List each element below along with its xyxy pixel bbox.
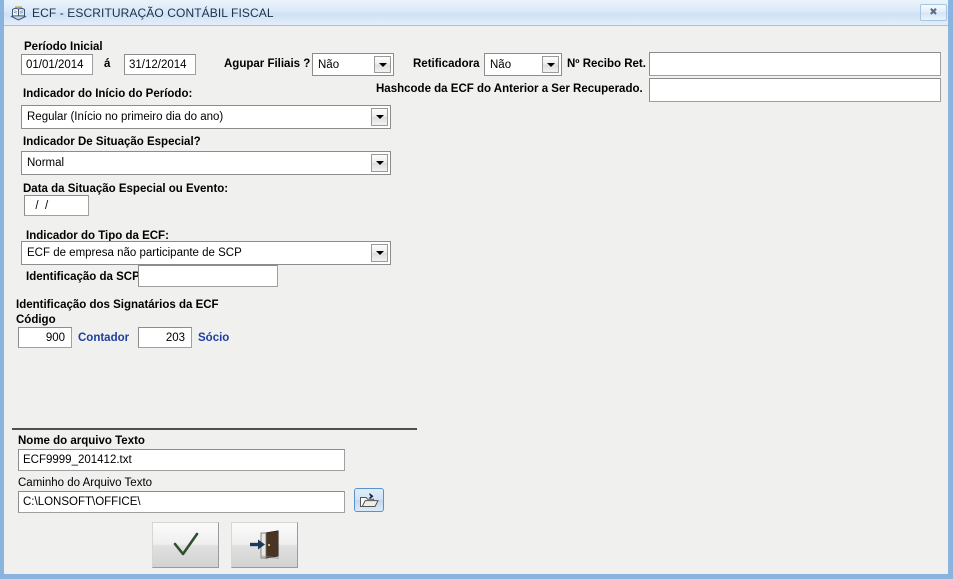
file-path-label: Caminho do Arquivo Texto [18, 477, 153, 489]
period-separator: á [104, 58, 111, 70]
hashcode-label: Hashcode da ECF do Anterior a Ser Recupe… [376, 83, 643, 95]
section-divider [12, 428, 417, 430]
browse-folder-button[interactable] [354, 488, 384, 512]
branches-value: Não [318, 58, 340, 71]
form-canvas: Período Inicial á Agupar Filiais ? Não R… [4, 26, 948, 574]
ecf-window: ECF - ESCRITURAÇÃO CONTÁBIL FISCAL ✖ Per… [0, 0, 953, 579]
close-button[interactable]: ✖ [920, 4, 947, 21]
ecf-type-value: ECF de empresa não participante de SCP [27, 247, 242, 259]
period-end-input[interactable] [124, 54, 196, 75]
chevron-down-icon[interactable] [371, 244, 388, 262]
period-start-indicator-value: Regular (Início no primeiro dia do ano) [27, 111, 224, 123]
ledger-book-icon [10, 5, 27, 21]
period-start-indicator-combobox[interactable]: Regular (Início no primeiro dia do ano) [21, 105, 391, 129]
chevron-down-icon[interactable] [371, 108, 388, 126]
scp-label: Identificação da SCP [26, 271, 140, 283]
check-mark-icon [173, 532, 198, 556]
signatories-section-label: Identificação dos Signatários da ECF [16, 299, 219, 311]
close-icon: ✖ [929, 7, 938, 18]
branches-label: Agupar Filiais ? [224, 58, 311, 70]
special-situation-combobox[interactable]: Normal [21, 151, 391, 175]
window-title: ECF - ESCRITURAÇÃO CONTÁBIL FISCAL [32, 5, 274, 20]
period-start-input[interactable] [21, 54, 93, 75]
signatories-code-column-label: Código [16, 314, 56, 326]
receipt-input[interactable] [649, 52, 941, 76]
ecf-type-combobox[interactable]: ECF de empresa não participante de SCP [21, 241, 391, 265]
scp-input[interactable] [138, 265, 278, 287]
file-name-input[interactable] [18, 449, 345, 471]
period-start-indicator-label: Indicador do Início do Período: [23, 88, 193, 100]
signatory-code-input-0[interactable] [18, 327, 72, 348]
chevron-down-icon[interactable] [542, 56, 559, 73]
rectifier-combobox[interactable]: Não [484, 53, 562, 76]
exit-door-icon [249, 530, 279, 559]
hashcode-input[interactable] [649, 78, 941, 102]
file-name-label: Nome do arquivo Texto [18, 435, 145, 447]
branches-combobox[interactable]: Não [312, 53, 394, 76]
open-folder-icon [360, 492, 379, 507]
special-date-input[interactable] [24, 195, 89, 216]
rectifier-label: Retificadora [413, 58, 480, 70]
receipt-label: Nº Recibo Ret. [567, 58, 646, 70]
chevron-down-icon[interactable] [374, 56, 391, 73]
special-situation-label: Indicador De Situação Especial? [23, 136, 201, 148]
signatory-role-label-1: Sócio [198, 332, 230, 344]
period-section-label: Período Inicial [24, 41, 103, 53]
rectifier-value: Não [490, 58, 512, 71]
file-path-input[interactable] [18, 491, 345, 513]
title-bar: ECF - ESCRITURAÇÃO CONTÁBIL FISCAL ✖ [4, 0, 948, 26]
chevron-down-icon[interactable] [371, 154, 388, 172]
exit-button[interactable] [231, 522, 298, 568]
confirm-button[interactable] [152, 522, 219, 568]
special-situation-value: Normal [27, 157, 65, 169]
signatory-code-input-1[interactable] [138, 327, 192, 348]
signatory-role-label-0: Contador [78, 332, 130, 344]
